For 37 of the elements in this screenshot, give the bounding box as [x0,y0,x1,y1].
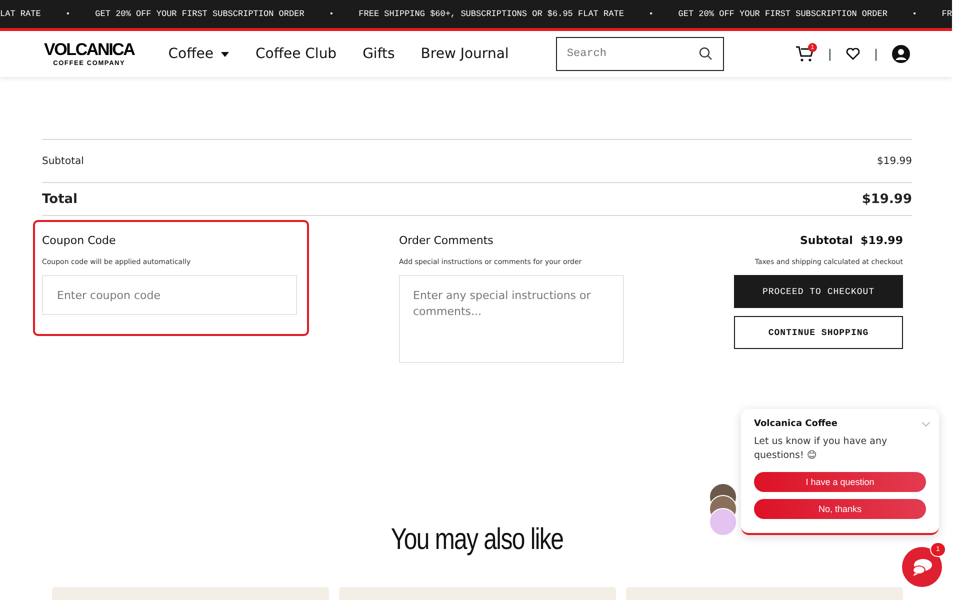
total-value: $19.99 [862,192,912,206]
comments-title: Order Comments [399,234,494,247]
cart-icon [796,46,814,62]
chat-reply-button[interactable]: No, thanks [754,498,926,518]
nav-link[interactable]: Coffee [168,46,230,62]
checkout-button[interactable]: PROCEED TO CHECKOUT [734,275,903,308]
search-field[interactable]: Search [556,37,724,71]
avatar-placeholder [709,508,737,536]
account-button[interactable] [892,45,910,63]
search-icon [698,47,712,60]
total-label: Total [42,192,78,206]
announcement-text: LAT RATE [0,9,41,19]
chat-title: Volcanica Coffee [754,419,838,429]
wishlist-button[interactable] [846,48,860,60]
chat-reply-button[interactable]: I have a question [754,472,926,492]
coupon-input[interactable]: Enter coupon code [42,275,297,315]
checkout-subtotal: Subtotal $19.99 [800,234,903,247]
chat-bubbles-icon [911,558,933,576]
nav-link[interactable]: Coffee Club [255,46,337,62]
subtotal-value: $19.99 [877,156,912,166]
announcement-text: FR [942,9,952,19]
separator: | [828,47,832,61]
chevron-icon [922,422,930,427]
chat-message: Let us know if you have any questions! 😊 [754,435,888,464]
comments-input[interactable]: Enter any special instructions or comments... [399,275,624,363]
nav-link[interactable]: Gifts [362,46,395,62]
continue-shopping-button[interactable]: CONTINUE SHOPPING [734,316,903,349]
section-heading: You may also like [390,523,564,557]
announcement-text: FREE SHIPPING $60+, SUBSCRIPTIONS OR $6.95 FLAT RATE [358,9,624,19]
coupon-title: Coupon Code [42,234,117,247]
announcement-text: GET 20% OFF YOUR FIRST SUBSCRIPTION ORDER [95,9,304,19]
nav-link[interactable]: Brew Journal [420,46,509,62]
heart-icon [846,48,860,60]
announcement-text: GET 20% OFF YOUR FIRST SUBSCRIPTION ORDER [678,9,888,19]
separator: | [874,47,878,61]
subtotal-label: Subtotal [42,156,84,166]
user-icon [892,45,910,63]
